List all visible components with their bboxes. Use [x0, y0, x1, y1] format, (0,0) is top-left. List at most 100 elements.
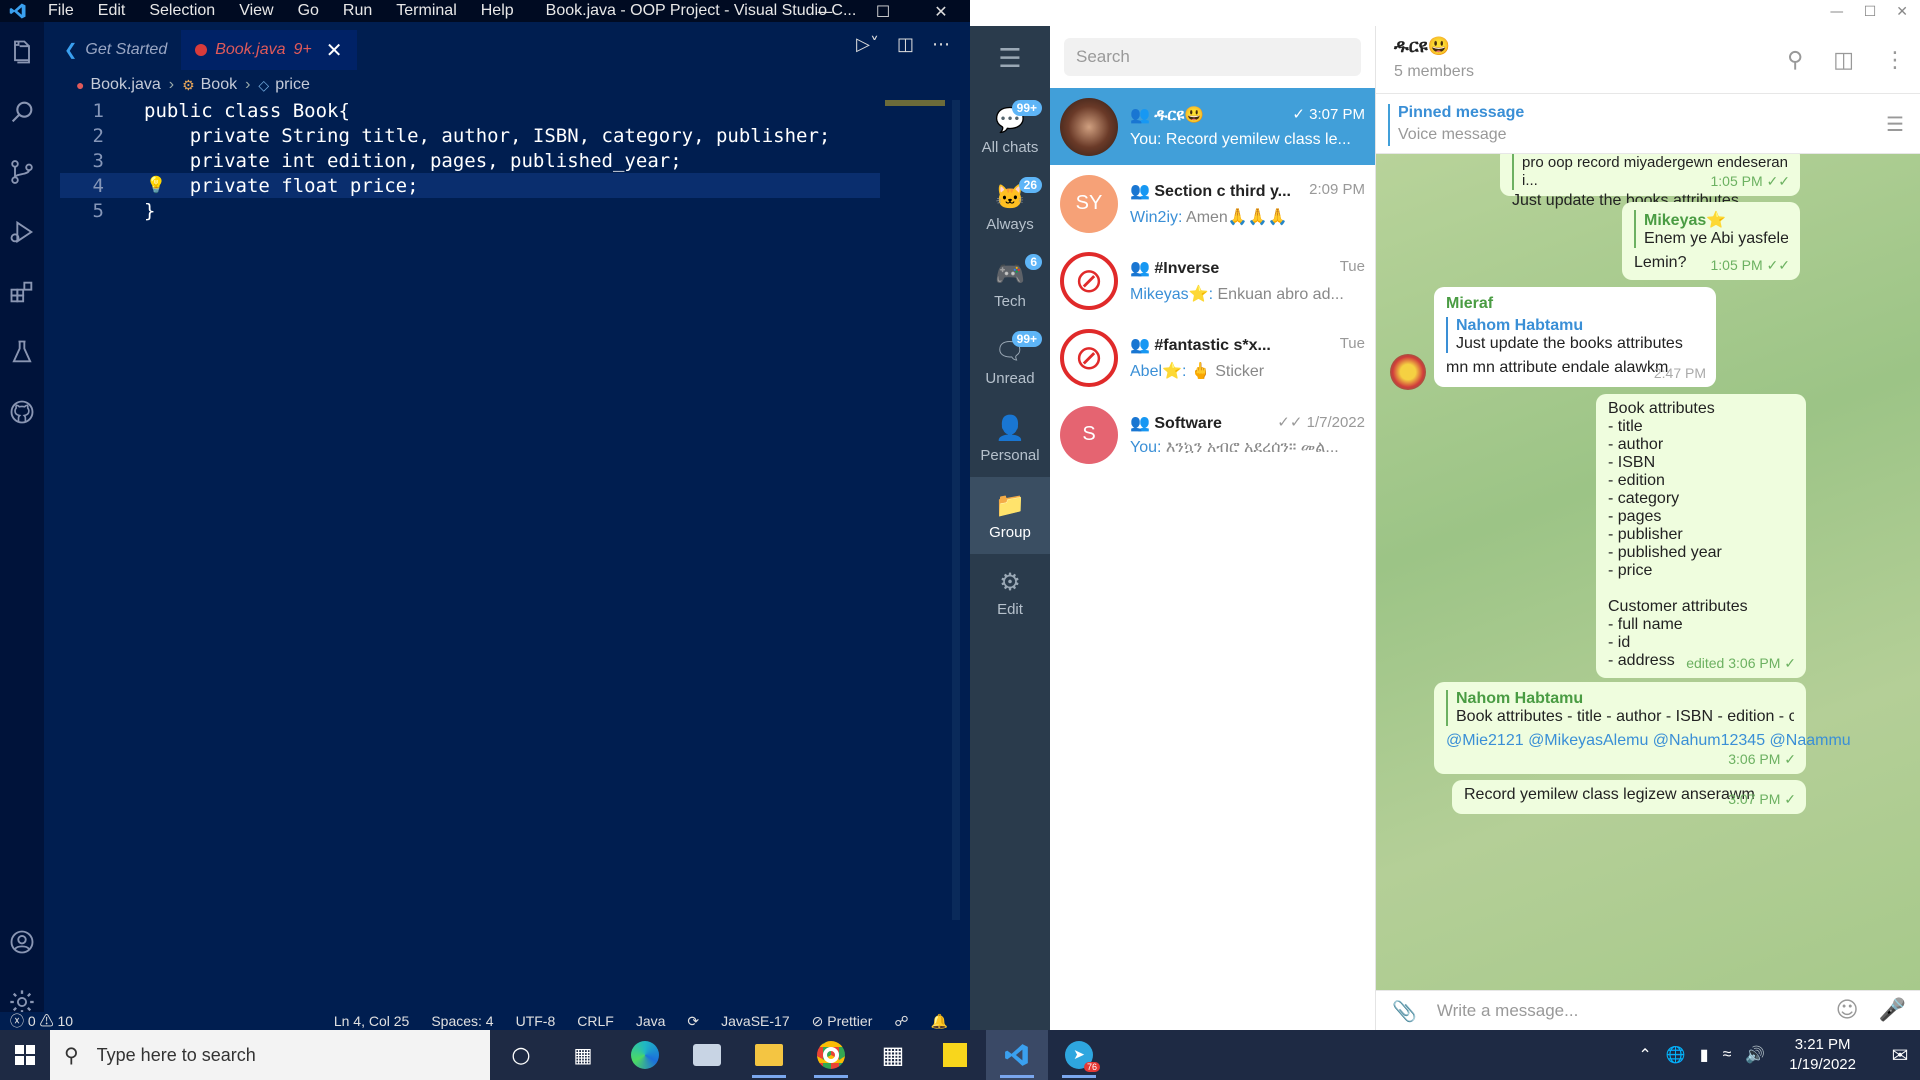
run-play-icon[interactable]: ▷˅	[856, 34, 879, 55]
minimap[interactable]	[885, 100, 945, 106]
tg-minimize-icon[interactable]: —	[1830, 4, 1844, 20]
chat-search-input[interactable]: Search	[1064, 38, 1361, 76]
problems-status[interactable]: ⓧ 0 ⚠ 10	[10, 1012, 73, 1030]
source-control-icon[interactable]	[0, 142, 44, 202]
avatar[interactable]	[1390, 354, 1426, 390]
search-icon[interactable]	[0, 82, 44, 142]
calculator-icon[interactable]: ▦	[862, 1030, 924, 1080]
folder-all-chats[interactable]: 💬 99+ All chats	[970, 92, 1050, 169]
pinned-message-bar[interactable]: Pinned message Voice message ☰	[1376, 94, 1920, 154]
file-explorer-icon[interactable]	[738, 1030, 800, 1080]
code-line[interactable]: 2 private String title, author, ISBN, ca…	[60, 123, 960, 148]
windows-start-icon[interactable]	[0, 1030, 50, 1080]
message-input[interactable]: Write a message...	[1437, 1001, 1836, 1021]
chat-members-count[interactable]: 5 members	[1394, 63, 1474, 81]
close-tab-icon[interactable]: ✕	[326, 38, 343, 63]
pinned-list-icon[interactable]: ☰	[1886, 112, 1904, 136]
hamburger-menu-icon[interactable]: ☰	[970, 26, 1050, 92]
cortana-icon[interactable]: ○	[490, 1030, 552, 1080]
testing-flask-icon[interactable]	[0, 322, 44, 382]
line-ending[interactable]: CRLF	[577, 1013, 614, 1029]
search-icon[interactable]: ⚲	[1787, 48, 1803, 73]
messages-area[interactable]: pro oop record miyadergewn endeseran i..…	[1376, 154, 1920, 990]
show-hidden-icons-chevron-icon[interactable]: ⌃	[1638, 1045, 1651, 1065]
chat-item[interactable]: 👥 ዱርዩ😃 ✓ 3:07 PM You: Record yemilew clas…	[1050, 88, 1375, 165]
edge-browser-icon[interactable]	[614, 1030, 676, 1080]
menu-file[interactable]: File	[36, 2, 86, 20]
folder-personal[interactable]: 👤 Personal	[970, 400, 1050, 477]
folder-group[interactable]: 📁 Group	[970, 477, 1050, 554]
java-version[interactable]: JavaSE-17	[721, 1013, 789, 1029]
chat-title[interactable]: ዱርዩ😃	[1394, 36, 1450, 57]
chat-item[interactable]: ⊘ 👥 #Inverse Tue Mikeyas⭐: Enkuan abro ad…	[1050, 242, 1375, 319]
code-line[interactable]: 1 public class Book{	[60, 98, 960, 123]
folder-always[interactable]: 🐱 26 Always	[970, 169, 1050, 246]
extensions-icon[interactable]	[0, 262, 44, 322]
menu-view[interactable]: View	[227, 2, 285, 20]
mentions-text[interactable]: @Mie2121 @MikeyasAlemu @Nahum12345 @Naam…	[1446, 732, 1851, 750]
message-bubble[interactable]: Mikeyas⭐ Enem ye Abi yasfelege... Lemin?…	[1622, 202, 1800, 280]
tg-close-icon[interactable]: ✕	[1896, 4, 1908, 20]
cursor-position[interactable]: Ln 4, Col 25	[334, 1013, 410, 1029]
account-icon[interactable]	[0, 912, 44, 972]
message-bubble[interactable]: Mieraf Nahom Habtamu Just update the boo…	[1434, 287, 1716, 387]
taskbar-search-box[interactable]: ⚲ Type here to search	[50, 1030, 490, 1080]
folder-edit[interactable]: ⚙ Edit	[970, 554, 1050, 631]
menu-selection[interactable]: Selection	[137, 2, 227, 20]
clock[interactable]: 3:21 PM 1/19/2022	[1789, 1035, 1856, 1075]
feedback-icon[interactable]: ☍	[894, 1013, 908, 1030]
notifications-bell-icon[interactable]: 🔔	[931, 1013, 948, 1030]
menu-go[interactable]: Go	[286, 2, 331, 20]
emoji-icon[interactable]: ☺	[1836, 998, 1859, 1023]
minimize-button[interactable]: —	[796, 0, 854, 22]
wifi-icon[interactable]: ≈	[1723, 1046, 1732, 1064]
chat-item[interactable]: S 👥 Software ✓✓ 1/7/2022 You: እንኳን አብሮ አደ…	[1050, 396, 1375, 473]
folder-tech[interactable]: 🎮 6 Tech	[970, 246, 1050, 323]
encoding[interactable]: UTF-8	[516, 1013, 556, 1029]
photos-app-icon[interactable]	[676, 1030, 738, 1080]
tg-maximize-icon[interactable]: ☐	[1864, 4, 1877, 20]
sync-icon[interactable]: ⟳	[687, 1013, 699, 1030]
battery-icon[interactable]: ▮	[1700, 1045, 1709, 1065]
folder-unread[interactable]: 🗨 99+ Unread	[970, 323, 1050, 400]
prettier-status[interactable]: ⊘ Prettier	[812, 1013, 873, 1030]
telegram-taskbar-icon[interactable]: ➤ 76	[1048, 1030, 1110, 1080]
split-editor-icon[interactable]: ◫	[897, 34, 914, 55]
explorer-icon[interactable]	[0, 22, 44, 82]
tab-get-started[interactable]: ❮ Get Started	[50, 30, 181, 70]
menu-run[interactable]: Run	[331, 2, 384, 20]
menu-terminal[interactable]: Terminal	[384, 2, 468, 20]
menu-help[interactable]: Help	[469, 2, 526, 20]
indentation[interactable]: Spaces: 4	[431, 1013, 493, 1029]
lightbulb-icon[interactable]: 💡	[146, 175, 166, 194]
language-mode[interactable]: Java	[636, 1013, 666, 1029]
code-line-current[interactable]: 4 💡 private float price;	[60, 173, 880, 198]
code-line[interactable]: 5 }	[60, 198, 960, 223]
attach-paperclip-icon[interactable]: 📎	[1392, 999, 1417, 1023]
tab-book-java[interactable]: Book.java 9+ ✕	[181, 30, 357, 70]
chat-item[interactable]: ⊘ 👥 #fantastic s*x... Tue Abel⭐: 🖕 Sticke…	[1050, 319, 1375, 396]
vscode-taskbar-icon[interactable]	[986, 1030, 1048, 1080]
chat-item[interactable]: SY 👥 Section c third y... 2:09 PM Win2iy:…	[1050, 165, 1375, 242]
sidebar-toggle-icon[interactable]: ◫	[1833, 48, 1854, 73]
volume-icon[interactable]: 🔊	[1745, 1045, 1765, 1065]
breadcrumb-field[interactable]: price	[275, 76, 310, 94]
more-vertical-icon[interactable]: ⋮	[1884, 48, 1906, 73]
message-bubble[interactable]: Book attributes - title - author - ISBN - ed…	[1596, 394, 1806, 678]
vertical-scrollbar[interactable]	[952, 100, 960, 920]
maximize-button[interactable]: ☐	[854, 0, 912, 22]
more-actions-icon[interactable]: ⋯	[932, 34, 950, 55]
chrome-browser-icon[interactable]	[800, 1030, 862, 1080]
task-view-icon[interactable]: ▦	[552, 1030, 614, 1080]
microphone-icon[interactable]: 🎤	[1879, 998, 1906, 1023]
run-debug-icon[interactable]	[0, 202, 44, 262]
network-globe-icon[interactable]: 🌐	[1666, 1045, 1686, 1065]
sticky-notes-icon[interactable]	[924, 1030, 986, 1080]
github-icon[interactable]	[0, 382, 44, 442]
notifications-icon[interactable]: ✉	[1880, 1043, 1920, 1068]
breadcrumb-class[interactable]: Book	[201, 76, 237, 94]
breadcrumb-file[interactable]: Book.java	[90, 76, 160, 94]
code-editor[interactable]: 1 public class Book{ 2 private String ti…	[60, 98, 960, 223]
message-bubble[interactable]: Nahom Habtamu Book attributes - title - …	[1434, 682, 1851, 774]
menu-edit[interactable]: Edit	[86, 2, 138, 20]
